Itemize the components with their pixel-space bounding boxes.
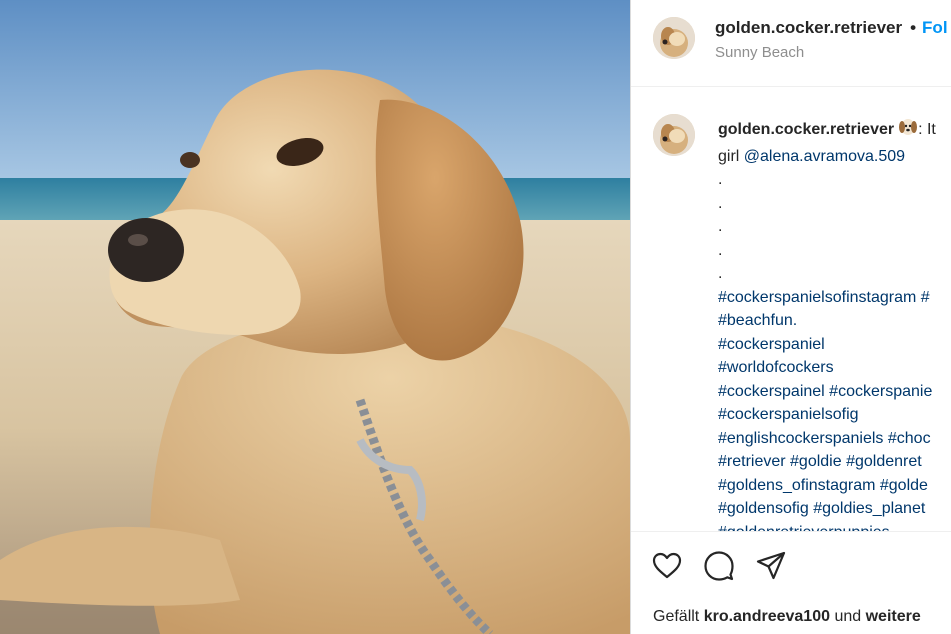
share-button[interactable] <box>755 550 787 582</box>
caption-text-girl: girl <box>718 147 744 165</box>
avatar[interactable] <box>653 114 695 156</box>
location-link[interactable]: Sunny Beach <box>715 44 804 61</box>
likes-middle: und <box>830 608 866 625</box>
hashtag-line[interactable]: #beachfun. <box>718 309 951 333</box>
dot-line: . <box>718 171 723 188</box>
dot-line: . <box>718 265 723 282</box>
dog-emoji-icon <box>898 117 918 145</box>
likes-summary: Gefällt kro.andreeva100 und weitere <box>653 608 921 626</box>
hashtag-line[interactable]: #cockerspanielsofinstagram # <box>718 286 951 310</box>
likes-others-link[interactable]: weitere <box>866 608 921 625</box>
post-photo[interactable] <box>0 0 630 634</box>
dot-line: . <box>718 218 723 235</box>
avatar[interactable] <box>653 17 695 59</box>
hashtag-line[interactable]: #worldofcockers <box>718 356 951 380</box>
hashtag-line[interactable]: #goldensofig #goldies_planet <box>718 497 951 521</box>
follow-button[interactable]: Fol <box>922 18 948 37</box>
hashtag-line[interactable]: #cockerspainel #cockerspanie <box>718 380 951 404</box>
post-actions-footer: Gefällt kro.andreeva100 und weitere <box>631 531 951 634</box>
dot-line: . <box>718 241 723 259</box>
caption-text: golden.cocker.retriever : It girl @alena.… <box>718 117 951 531</box>
post-header: golden.cocker.retriever • Fol Sunny Beach <box>631 0 951 87</box>
hashtag-line[interactable]: #goldens_ofinstagram #golde <box>718 474 951 498</box>
hashtag-line[interactable]: #cockerspanielsofig <box>718 403 951 427</box>
hashtag-line[interactable]: #englishcockerspaniels #choc <box>718 427 951 451</box>
caption-comment: golden.cocker.retriever : It girl @alena.… <box>631 86 951 531</box>
comment-button[interactable] <box>703 550 735 582</box>
header-user-line: golden.cocker.retriever • Fol <box>715 18 948 38</box>
separator-dot: • <box>910 18 917 37</box>
golden-dog-beach-image <box>0 0 630 634</box>
send-icon <box>756 551 786 580</box>
hashtag-line[interactable]: #goldenretrieverpuppies <box>718 521 951 532</box>
caption-text-start: : It <box>918 121 936 138</box>
caption-username[interactable]: golden.cocker.retriever <box>718 121 894 138</box>
caption-dots: . . . . . <box>718 168 951 286</box>
mention-link[interactable]: @alena.avramova.509 <box>744 148 905 165</box>
likes-prefix: Gefällt <box>653 608 704 625</box>
username-link[interactable]: golden.cocker.retriever <box>715 18 902 37</box>
liker-username[interactable]: kro.andreeva100 <box>704 608 830 625</box>
dog-avatar-icon <box>653 114 695 156</box>
post-details-panel: golden.cocker.retriever • Fol Sunny Beach … <box>630 0 951 634</box>
hashtag-line[interactable]: #retriever #goldie #goldenret <box>718 450 951 474</box>
dog-avatar-icon <box>653 17 695 59</box>
heart-icon <box>652 552 682 579</box>
dot-line: . <box>718 194 723 212</box>
hashtag-line[interactable]: #cockerspaniel <box>718 333 951 357</box>
comment-icon <box>704 551 734 581</box>
like-button[interactable] <box>651 550 683 582</box>
caption-line-2: girl @alena.avramova.509 <box>718 145 951 169</box>
caption-line-1: golden.cocker.retriever : It <box>718 117 951 145</box>
